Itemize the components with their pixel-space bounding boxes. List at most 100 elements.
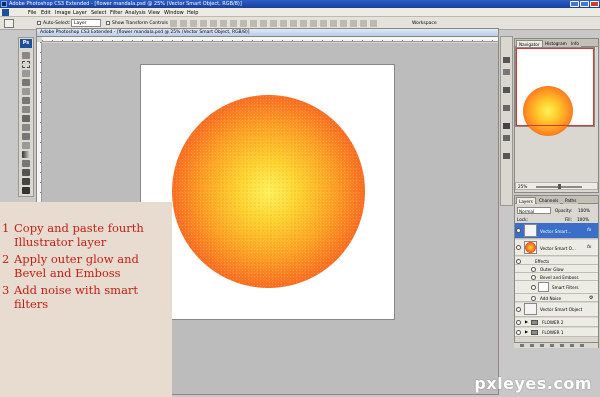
lasso-tool-icon[interactable] [22,70,30,77]
visibility-eye-icon[interactable] [531,295,536,301]
workspace-menu[interactable]: Workspace [412,21,437,26]
show-transform-checkbox[interactable] [106,21,110,25]
filter-name: Add Noise [540,295,562,301]
dodge-tool-icon[interactable] [22,169,30,176]
menu-filter[interactable]: Filter [110,10,122,16]
auto-select-dropdown[interactable]: Layer [71,19,101,27]
fx-icon[interactable]: fx [587,228,591,233]
tool-presets-icon[interactable] [503,87,510,93]
tab-channels[interactable]: Channels [537,197,561,204]
navigator-zoom-bar: 25% [515,182,598,190]
history-brush-tool-icon[interactable] [22,133,30,140]
top-ruler [42,37,498,42]
clone-stamp-tool-icon[interactable] [22,124,30,131]
slice-tool-icon[interactable] [22,97,30,104]
step-text: Add noise with smart filters [14,283,139,311]
align-buttons[interactable] [170,20,380,27]
filter-row-add-noise[interactable]: Add Noise ⚙ [515,294,598,302]
menu-edit[interactable]: Edit [41,10,51,16]
character-panel-icon[interactable] [503,123,510,129]
healing-brush-tool-icon[interactable] [22,106,30,113]
crop-tool-icon[interactable] [22,88,30,95]
expand-triangle-icon[interactable]: ▶ [525,319,528,324]
history-panel-icon[interactable] [503,57,510,63]
blur-tool-icon[interactable] [22,160,30,167]
navigator-zoom-value[interactable]: 25% [518,184,527,189]
layer-group-flower-1[interactable]: ▶ FLOWER 1 [515,328,598,337]
effect-row-outer-glow[interactable]: Outer Glow [515,265,598,273]
move-tool-icon[interactable] [22,52,30,59]
layer-action-icons[interactable] [520,344,590,347]
layer-thumbnail [524,241,537,254]
tab-paths[interactable]: Paths [563,197,579,204]
menu-layer[interactable]: Layer [73,10,87,16]
group-name: FLOWER 1 [542,330,564,335]
maximize-button[interactable] [580,1,589,7]
auto-select-value: Layer [74,21,87,26]
visibility-eye-icon[interactable] [531,274,536,280]
filter-options-icon[interactable]: ⚙ [589,295,593,301]
auto-select-checkbox[interactable] [37,21,41,25]
layer-row-vector-smart-1[interactable]: Vector Smart... fx [515,223,598,239]
step-text: Copy and paste fourth Illustrator layer [14,221,144,249]
eraser-tool-icon[interactable] [22,142,30,149]
tab-info[interactable]: Info [569,40,581,47]
visibility-eye-icon[interactable] [516,245,521,250]
show-transform-label: Show Transform Controls [112,20,168,26]
visibility-eye-icon[interactable] [516,307,521,312]
effect-row-bevel-emboss[interactable]: Bevel and Emboss [515,273,598,281]
effect-name: Bevel and Emboss [540,274,579,280]
smart-filters-row[interactable]: Smart Filters [515,281,598,294]
pen-tool-icon[interactable] [22,178,30,185]
minimize-button[interactable] [570,1,579,7]
menu-bar: File Edit Image Layer Select Filter Anal… [0,8,600,17]
menu-file[interactable]: File [28,10,36,16]
visibility-eye-icon[interactable] [531,285,536,290]
tab-layers[interactable]: Layers [516,197,536,204]
layer-name: Vector Smart O... [540,246,576,251]
clone-source-icon[interactable] [503,153,510,159]
ps-menu-icon[interactable] [2,9,9,16]
menu-analysis[interactable]: Analysis [125,10,146,16]
menu-help[interactable]: Help [187,10,198,16]
layer-thumbnail [524,224,537,237]
auto-select-label: Auto-Select: [43,20,71,26]
instruction-list: 1 Copy and paste fourth Illustrator laye… [0,202,172,311]
paragraph-panel-icon[interactable] [503,135,510,141]
smart-filters-label: Smart Filters [552,285,579,290]
window-titlebar: Adobe Photoshop CS3 Extended - [flower m… [0,0,600,8]
blend-mode-dropdown[interactable]: Normal [517,207,551,214]
expand-triangle-icon[interactable]: ▶ [525,329,528,334]
type-tool-icon[interactable] [22,187,30,194]
close-button[interactable] [590,1,599,7]
menu-window[interactable]: Window [164,10,184,16]
menu-select[interactable]: Select [91,10,106,16]
opacity-value[interactable]: 100% [578,208,590,213]
visibility-eye-icon[interactable] [516,228,521,233]
visibility-eye-icon[interactable] [516,258,521,264]
visibility-eye-icon[interactable] [516,330,521,335]
zoom-slider-thumb[interactable] [558,184,561,189]
brushes-panel-icon[interactable] [503,105,510,111]
menu-image[interactable]: Image [55,10,71,16]
fx-icon[interactable]: fx [587,245,591,250]
actions-panel-icon[interactable] [503,69,510,75]
step-number: 2 [2,252,10,266]
brush-tool-icon[interactable] [22,115,30,122]
layer-row-vector-smart-2[interactable]: Vector Smart O... fx [515,240,598,256]
fill-value[interactable]: 100% [577,217,589,222]
tab-histogram[interactable]: Histogram [543,40,569,47]
menu-view[interactable]: View [148,10,160,16]
tab-navigator[interactable]: Navigator [516,40,543,47]
gradient-tool-icon[interactable] [22,151,30,158]
move-tool-preset-icon[interactable] [4,19,14,28]
visibility-eye-icon[interactable] [516,320,521,325]
navigator-view-box[interactable] [516,48,594,126]
effects-row[interactable]: Effects [515,257,598,265]
magic-wand-tool-icon[interactable] [22,79,30,86]
marquee-tool-icon[interactable] [22,61,30,68]
layer-group-flower-2[interactable]: ▶ FLOWER 2 [515,318,598,327]
layer-row-vector-smart-3[interactable]: Vector Smart Object [515,303,598,317]
visibility-eye-icon[interactable] [531,266,536,272]
group-name: FLOWER 2 [542,320,564,325]
